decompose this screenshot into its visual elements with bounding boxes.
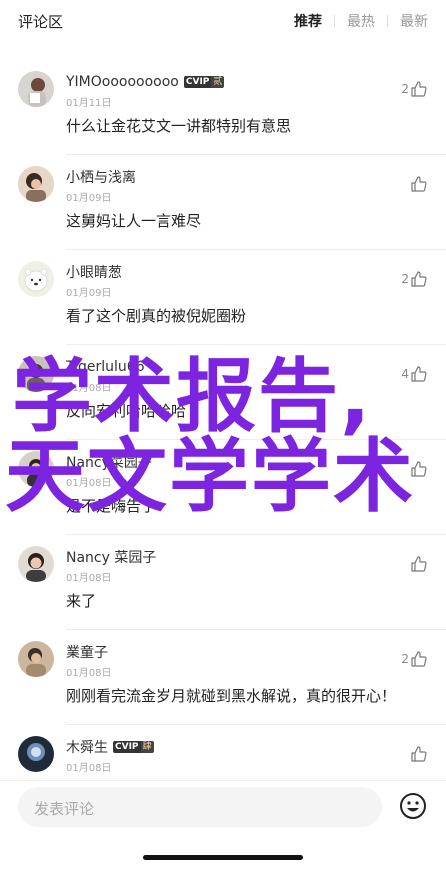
section-title: 评论区 <box>18 13 64 31</box>
comment-text: 反向安利哈哈哈哈 <box>66 402 187 420</box>
home-indicator <box>143 855 303 860</box>
vip-badge: CVIP 肆 <box>113 741 154 753</box>
thumbs-up-icon <box>411 176 427 192</box>
comment-item: 業童子 01月08日 刚刚看完流金岁月就碰到黑水解说，真的很开心！ 2 <box>0 630 446 725</box>
thumbs-up-icon <box>411 271 427 287</box>
like-button[interactable] <box>409 745 428 763</box>
tab-divider <box>334 15 335 27</box>
like-count: 2 <box>401 652 409 666</box>
avatar[interactable] <box>18 166 54 202</box>
user-name[interactable]: 業童子 <box>66 642 108 662</box>
like-button[interactable]: 2 <box>401 270 428 288</box>
avatar[interactable] <box>18 356 54 392</box>
like-button[interactable] <box>409 460 428 478</box>
comment-input-placeholder: 发表评论 <box>34 800 95 818</box>
like-button[interactable]: 2 <box>401 650 428 668</box>
comment-item: Nancy菜园子 01月08日 是不是嗨告了 <box>0 440 446 535</box>
comment-input[interactable]: 发表评论 <box>18 787 382 827</box>
user-name[interactable]: Nancy菜园子 <box>66 452 152 472</box>
thumbs-up-icon <box>411 556 427 572</box>
sort-tabs: 推荐 最热 最新 <box>294 11 428 31</box>
comment-date: 01月09日 <box>66 193 112 204</box>
user-name[interactable]: 木舜生 <box>66 737 108 757</box>
comment-item: 小眼睛葱 01月09日 看了这个剧真的被倪妮圈粉 2 <box>0 250 446 345</box>
comment-date: 01月08日 <box>66 478 112 489</box>
avatar[interactable] <box>18 546 54 582</box>
like-button[interactable]: 2 <box>401 80 428 98</box>
user-name[interactable]: 小眼睛葱 <box>66 262 122 282</box>
like-count: 2 <box>401 272 409 286</box>
user-name[interactable]: Nancy 菜园子 <box>66 547 156 567</box>
avatar[interactable] <box>18 641 54 677</box>
user-name[interactable]: YIMOooooooooo <box>66 74 179 90</box>
comment-item: Tigerlulu66 01月08日 反向安利哈哈哈哈 4 <box>0 345 446 440</box>
like-count: 4 <box>401 367 409 381</box>
avatar[interactable] <box>18 736 54 772</box>
thumbs-up-icon <box>411 461 427 477</box>
comment-date: 01月11日 <box>66 98 112 109</box>
vip-badge: CVIP 贰 <box>183 76 225 88</box>
comment-text: 刚刚看完流金岁月就碰到黑水解说，真的很开心！ <box>66 687 397 705</box>
comment-date: 01月08日 <box>66 668 112 679</box>
thumbs-up-icon <box>411 651 427 667</box>
emoji-icon[interactable] <box>398 791 428 821</box>
user-name[interactable]: 小栖与浅离 <box>66 167 136 187</box>
comment-text: 这舅妈让人一言难尽 <box>66 212 202 230</box>
comment-text: 看了这个剧真的被倪妮圈粉 <box>66 307 247 325</box>
like-button[interactable] <box>409 175 428 193</box>
comment-item: YIMOooooooooo CVIP 贰 01月11日 什么让金花艾文一讲都特别有… <box>0 60 446 155</box>
thumbs-up-icon <box>411 746 427 762</box>
like-button[interactable] <box>409 555 428 573</box>
tab-divider <box>387 15 388 27</box>
comment-input-bar: 发表评论 <box>0 780 446 869</box>
tab-recommended[interactable]: 推荐 <box>294 11 322 31</box>
avatar[interactable] <box>18 451 54 487</box>
comment-header: 评论区 推荐 最热 最新 <box>0 0 446 44</box>
comment-text: 什么让金花艾文一讲都特别有意思 <box>66 117 292 135</box>
like-count: 2 <box>401 82 409 96</box>
comment-date: 01月09日 <box>66 288 112 299</box>
avatar[interactable] <box>18 71 54 107</box>
comment-date: 01月08日 <box>66 383 112 394</box>
comment-date: 01月08日 <box>66 573 112 584</box>
comment-item: 小栖与浅离 01月09日 这舅妈让人一言难尽 <box>0 155 446 250</box>
tab-hottest[interactable]: 最热 <box>347 11 375 31</box>
comment-item: Nancy 菜园子 01月08日 来了 <box>0 535 446 630</box>
like-button[interactable]: 4 <box>401 365 428 383</box>
thumbs-up-icon <box>411 81 427 97</box>
comment-text: 是不是嗨告了 <box>66 497 157 515</box>
user-name[interactable]: Tigerlulu66 <box>66 359 145 375</box>
comment-text: 来了 <box>66 592 97 610</box>
avatar[interactable] <box>18 261 54 297</box>
comment-date: 01月08日 <box>66 763 112 774</box>
thumbs-up-icon <box>411 366 427 382</box>
tab-newest[interactable]: 最新 <box>400 11 428 31</box>
